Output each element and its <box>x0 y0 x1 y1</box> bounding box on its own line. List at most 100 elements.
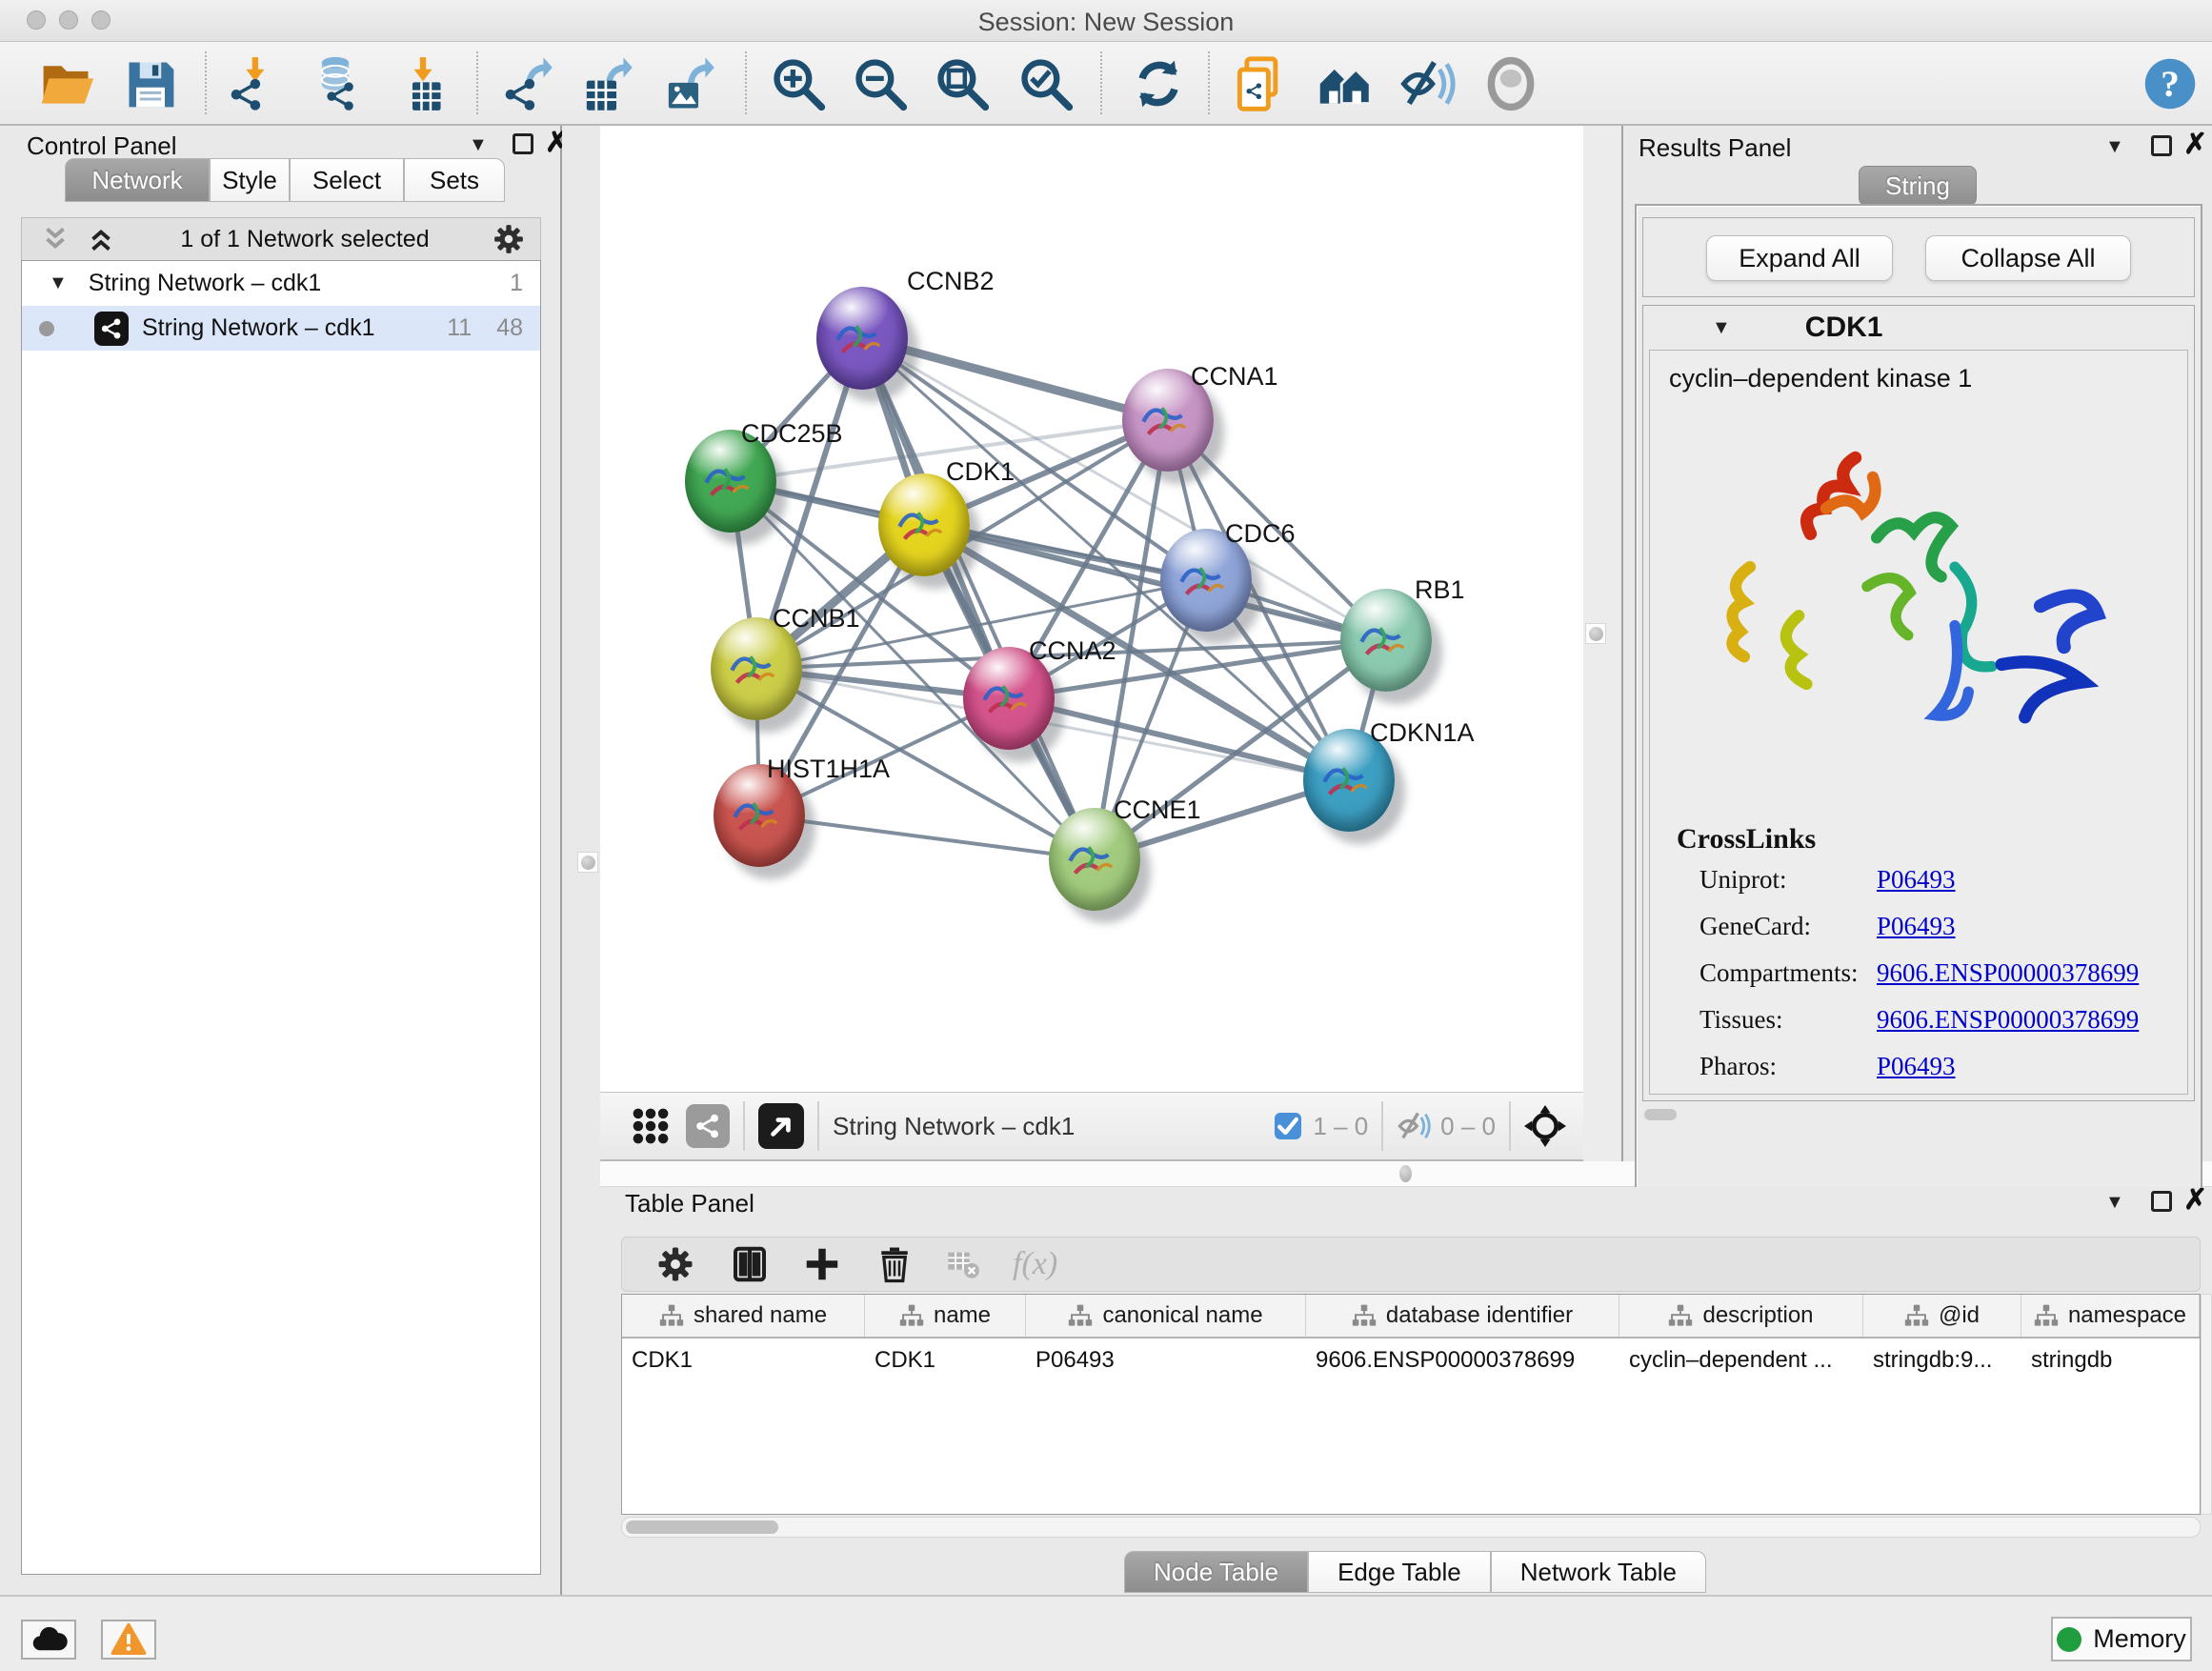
network-row[interactable]: String Network – cdk1 11 48 <box>22 306 540 351</box>
tab-edge-table[interactable]: Edge Table <box>1308 1551 1491 1593</box>
crosslink-label: Uniprot: <box>1699 865 1877 895</box>
right-splitter[interactable] <box>1583 126 1621 1161</box>
birds-eye-view-button[interactable] <box>758 1103 804 1149</box>
column-header-shared-name[interactable]: shared name <box>622 1295 865 1337</box>
hide-selection-icon[interactable] <box>1398 55 1456 112</box>
collapse-all-button[interactable]: Collapse All <box>1925 235 2131 281</box>
node-CDK1[interactable] <box>878 473 970 576</box>
network-from-selection-icon[interactable] <box>1231 55 1288 112</box>
crosslink-value-link[interactable]: P06493 <box>1877 865 1956 895</box>
create-column-icon[interactable] <box>803 1245 841 1283</box>
table-row[interactable]: CDK1CDK1P064939606.ENSP00000378699cyclin… <box>622 1339 2200 1382</box>
memory-button[interactable]: Memory <box>2051 1617 2192 1661</box>
results-panel-close-icon[interactable]: ✗ <box>2183 128 2207 161</box>
table-cell[interactable]: 9606.ENSP00000378699 <box>1306 1339 1619 1382</box>
table-vertical-scrollbar[interactable] <box>2201 1294 2212 1515</box>
tab-network-table[interactable]: Network Table <box>1491 1551 1706 1593</box>
column-header-label: shared name <box>694 1302 827 1329</box>
column-header-database-identifier[interactable]: database identifier <box>1306 1295 1619 1337</box>
grid-view-icon[interactable] <box>631 1106 671 1146</box>
show-columns-icon[interactable] <box>731 1245 769 1283</box>
node-label-CCNE1: CCNE1 <box>1114 795 1201 825</box>
network-canvas: CCNB2CCNA1CDC25BCDK1CDC6RB1CCNB1CCNA2CDK… <box>600 126 1583 1161</box>
import-network-icon[interactable] <box>225 55 282 112</box>
tab-string[interactable]: String <box>1859 166 1977 206</box>
crosslink-value-link[interactable]: P06493 <box>1877 1052 1956 1081</box>
crosslink-value-link[interactable]: 9606.ENSP00000378699 <box>1877 958 2139 988</box>
network-collection-row[interactable]: ▼ String Network – cdk1 1 <box>22 261 540 306</box>
table-options-gear-icon[interactable] <box>656 1245 694 1283</box>
crosslink-value-link[interactable]: 9606.ENSP00000378699 <box>1877 1005 2139 1035</box>
delete-column-icon[interactable] <box>875 1245 914 1283</box>
table-cell[interactable]: CDK1 <box>622 1339 865 1382</box>
table-horizontal-scrollbar[interactable] <box>621 1517 2201 1538</box>
warnings-button[interactable] <box>101 1620 156 1660</box>
save-session-icon[interactable] <box>122 55 179 112</box>
control-panel-float-icon[interactable]: ▼ <box>469 134 488 156</box>
zoom-selected-icon[interactable] <box>1017 55 1075 112</box>
first-neighbors-icon[interactable] <box>1317 55 1374 112</box>
open-session-icon[interactable] <box>38 55 95 112</box>
protein-ribbon-thumbnail <box>725 785 784 844</box>
column-header--id[interactable]: @id <box>1863 1295 2021 1337</box>
export-network-icon[interactable] <box>499 55 556 112</box>
crosshair-icon[interactable] <box>1524 1105 1566 1147</box>
node-CCNB2[interactable] <box>816 287 908 390</box>
collection-expander-icon[interactable]: ▼ <box>49 272 68 294</box>
expand-all-icon[interactable] <box>85 223 117 255</box>
column-header-namespace[interactable]: namespace <box>2021 1295 2200 1337</box>
left-splitter-handle[interactable] <box>577 852 598 873</box>
apply-preferred-layout-icon[interactable] <box>1130 55 1187 112</box>
expand-all-button[interactable]: Expand All <box>1706 235 1893 281</box>
cloud-status-button[interactable] <box>21 1620 76 1660</box>
table-panel-undock-icon[interactable] <box>2151 1191 2172 1212</box>
gene-section-header[interactable]: ▼ CDK1 <box>1643 306 2194 350</box>
node-table-header: shared name namecanonical namedatabase id… <box>622 1295 2200 1339</box>
zoom-fit-icon[interactable] <box>934 55 991 112</box>
network-options-gear-icon[interactable] <box>493 223 525 255</box>
table-cell[interactable]: stringdb <box>2021 1339 2200 1382</box>
column-header-canonical-name[interactable]: canonical name <box>1026 1295 1306 1337</box>
network-share-view-button[interactable] <box>686 1104 730 1148</box>
import-network-from-database-icon[interactable] <box>307 55 364 112</box>
results-panel-title: Results Panel <box>1639 133 1791 163</box>
gene-expander-icon[interactable]: ▼ <box>1712 317 1731 339</box>
column-header-name[interactable]: name <box>865 1295 1026 1337</box>
left-splitter[interactable] <box>562 126 600 1595</box>
table-cell[interactable]: cyclin–dependent ... <box>1619 1339 1863 1382</box>
protein-ribbon-thumbnail <box>1172 550 1231 609</box>
results-panel-float-icon[interactable]: ▼ <box>2105 136 2124 158</box>
zoom-in-icon[interactable] <box>770 55 827 112</box>
tab-network[interactable]: Network <box>65 158 210 202</box>
right-splitter-handle[interactable] <box>1585 623 1606 644</box>
tab-sets[interactable]: Sets <box>404 158 505 202</box>
bottom-splitter-handle[interactable] <box>1395 1163 1416 1184</box>
export-table-icon[interactable] <box>579 55 636 112</box>
gene-section: ▼ CDK1 cyclin–dependent kinase 1 <box>1642 305 2195 1101</box>
results-panel-undock-icon[interactable] <box>2151 135 2172 156</box>
column-header-description[interactable]: description <box>1619 1295 1863 1337</box>
table-hscroll-thumb[interactable] <box>626 1520 778 1534</box>
collapse-all-icon[interactable] <box>39 223 71 255</box>
export-image-icon[interactable] <box>661 55 718 112</box>
table-panel-float-icon[interactable]: ▼ <box>2105 1192 2124 1214</box>
toolbar-separator <box>476 51 478 114</box>
network-view[interactable]: CCNB2CCNA1CDC25BCDK1CDC6RB1CCNB1CCNA2CDK… <box>600 126 1583 1092</box>
table-panel-close-icon[interactable]: ✗ <box>2183 1183 2207 1217</box>
help-icon[interactable]: ? <box>2142 55 2199 112</box>
results-hscroll-thumb[interactable] <box>1644 1109 1677 1120</box>
collection-label: String Network – cdk1 <box>89 270 322 297</box>
selected-checkbox-icon[interactable] <box>1275 1113 1301 1139</box>
tab-select[interactable]: Select <box>290 158 404 202</box>
table-cell[interactable]: CDK1 <box>865 1339 1026 1382</box>
control-panel-undock-icon[interactable] <box>513 133 533 154</box>
table-cell[interactable]: stringdb:9... <box>1863 1339 2021 1382</box>
import-table-icon[interactable] <box>394 55 452 112</box>
tab-style[interactable]: Style <box>210 158 290 202</box>
protein-ribbon-thumbnail <box>890 494 949 554</box>
zoom-out-icon[interactable] <box>852 55 909 112</box>
crosslink-value-link[interactable]: P06493 <box>1877 912 1956 941</box>
show-all-icon[interactable] <box>1482 55 1539 112</box>
table-cell[interactable]: P06493 <box>1026 1339 1306 1382</box>
tab-node-table[interactable]: Node Table <box>1124 1551 1308 1593</box>
